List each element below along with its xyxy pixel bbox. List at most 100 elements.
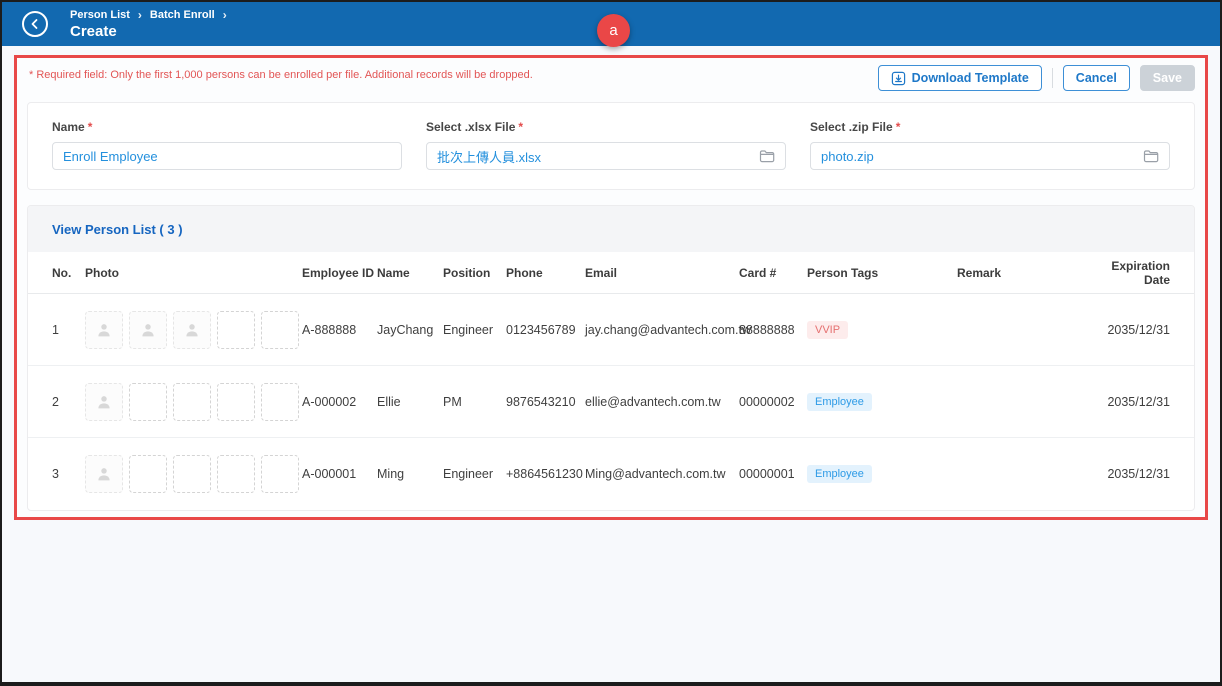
col-no: No. [52, 266, 85, 280]
col-phone: Phone [506, 266, 585, 280]
photo-slot-empty [173, 455, 211, 493]
cell-person-tags: Employee [807, 393, 957, 411]
col-photo: Photo [85, 266, 302, 280]
batch-enroll-create-page: Person List › Batch Enroll › Create a * … [0, 0, 1222, 686]
person-silhouette-icon [182, 320, 202, 340]
annotated-content-region: * Required field: Only the first 1,000 p… [14, 55, 1208, 520]
col-name: Name [377, 266, 443, 280]
cell-position: Engineer [443, 467, 506, 481]
folder-icon[interactable] [759, 149, 775, 163]
download-template-label: Download Template [912, 71, 1029, 85]
xlsx-file-name: 批次上傳人員.xlsx [437, 147, 541, 166]
back-button[interactable] [22, 11, 48, 37]
folder-icon[interactable] [1143, 149, 1159, 163]
person-list-title: View Person List ( 3 ) [52, 222, 183, 237]
cell-position: Engineer [443, 323, 506, 337]
save-label: Save [1153, 71, 1182, 85]
enroll-form-card: Name* Select .xlsx File* 批次上傳人員.xlsx Sel… [27, 102, 1195, 190]
name-field-group: Name* [52, 120, 402, 172]
photo-slot-empty [217, 311, 255, 349]
photo-slot-empty [129, 455, 167, 493]
person-table-header-row: No. Photo Employee ID Name Position Phon… [28, 252, 1194, 294]
chevron-left-icon [29, 18, 41, 30]
page-title: Create [70, 23, 117, 40]
person-silhouette-icon [138, 320, 158, 340]
download-icon [891, 71, 906, 86]
person-silhouette-icon [94, 464, 114, 484]
photo-slot-empty [261, 311, 299, 349]
zip-field-group: Select .zip File* photo.zip [810, 120, 1170, 172]
photo-slot-filled [173, 311, 211, 349]
name-input[interactable] [52, 142, 402, 170]
cell-position: PM [443, 395, 506, 409]
name-field-label: Name* [52, 120, 402, 134]
photo-slot-empty [173, 383, 211, 421]
breadcrumb-batch-enroll[interactable]: Batch Enroll [150, 9, 215, 21]
table-row: 2A-000002ElliePM9876543210ellie@advantec… [28, 366, 1194, 438]
photo-slot-empty [261, 455, 299, 493]
zip-field-label: Select .zip File* [810, 120, 1170, 134]
xlsx-file-input[interactable]: 批次上傳人員.xlsx [426, 142, 786, 170]
save-button[interactable]: Save [1140, 65, 1195, 91]
cell-no: 3 [52, 467, 85, 481]
person-tag-badge: Employee [807, 465, 872, 483]
cell-expiration-date: 2035/12/31 [1100, 467, 1170, 481]
zip-file-name: photo.zip [821, 149, 874, 164]
person-table-body: 1A-888888JayChangEngineer0123456789jay.c… [28, 294, 1194, 510]
col-card: Card # [739, 266, 807, 280]
cell-card: 00000002 [739, 395, 807, 409]
breadcrumb-separator-icon: › [138, 8, 142, 22]
required-asterisk: * [896, 120, 901, 134]
required-asterisk: * [518, 120, 523, 134]
cell-no: 1 [52, 323, 85, 337]
cell-person-tags: VVIP [807, 321, 957, 339]
table-row: 1 A-888888JayChangEngineer0123456789jay.c… [28, 294, 1194, 366]
person-list-card: View Person List ( 3 ) No. Photo Employe… [27, 205, 1195, 511]
cell-name: JayChang [377, 323, 443, 337]
cancel-button[interactable]: Cancel [1063, 65, 1130, 91]
required-asterisk: * [88, 120, 93, 134]
col-employee-id: Employee ID [302, 266, 377, 280]
person-tag-badge: Employee [807, 393, 872, 411]
download-template-button[interactable]: Download Template [878, 65, 1042, 91]
person-list-header: View Person List ( 3 ) [28, 206, 1194, 252]
person-silhouette-icon [94, 392, 114, 412]
cell-phone: 0123456789 [506, 323, 585, 337]
cancel-label: Cancel [1076, 71, 1117, 85]
photo-slot-empty [217, 455, 255, 493]
toolbar-divider [1052, 68, 1053, 88]
breadcrumb-person-list[interactable]: Person List [70, 9, 130, 21]
cell-phone: +8864561230 [506, 467, 585, 481]
cell-expiration-date: 2035/12/31 [1100, 323, 1170, 337]
cell-email: jay.chang@advantech.com.tw [585, 323, 739, 337]
photo-slot-filled [129, 311, 167, 349]
cell-person-tags: Employee [807, 465, 957, 483]
cell-no: 2 [52, 395, 85, 409]
col-email: Email [585, 266, 739, 280]
required-field-warning: * Required field: Only the first 1,000 p… [29, 69, 533, 81]
photo-slot-empty [217, 383, 255, 421]
breadcrumb-separator-icon: › [223, 8, 227, 22]
person-tag-badge: VVIP [807, 321, 848, 339]
xlsx-field-group: Select .xlsx File* 批次上傳人員.xlsx [426, 120, 786, 172]
cell-card: 88888888 [739, 323, 807, 337]
cell-card: 00000001 [739, 467, 807, 481]
toolbar-buttons: Download Template Cancel Save [878, 65, 1195, 91]
col-expiration-date: Expiration Date [1100, 259, 1170, 287]
cell-photos [85, 311, 302, 349]
annotation-badge-a: a [597, 14, 630, 47]
cell-photos [85, 455, 302, 493]
person-silhouette-icon [94, 320, 114, 340]
col-position: Position [443, 266, 506, 280]
cell-name: Ellie [377, 395, 443, 409]
cell-phone: 9876543210 [506, 395, 585, 409]
cell-photos [85, 383, 302, 421]
cell-employee-id: A-000001 [302, 467, 377, 481]
photo-slot-filled [85, 455, 123, 493]
col-remark: Remark [957, 266, 1100, 280]
col-person-tags: Person Tags [807, 266, 957, 280]
cell-employee-id: A-888888 [302, 323, 377, 337]
zip-file-input[interactable]: photo.zip [810, 142, 1170, 170]
photo-slot-empty [129, 383, 167, 421]
cell-expiration-date: 2035/12/31 [1100, 395, 1170, 409]
